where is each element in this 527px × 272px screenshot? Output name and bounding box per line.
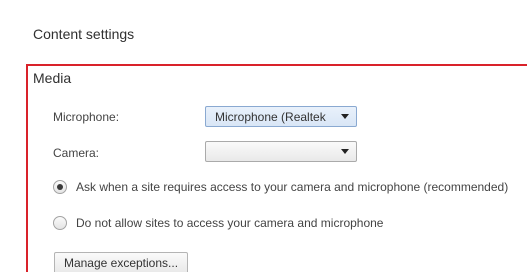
microphone-select-value: Microphone (Realtek	[215, 110, 326, 124]
radio-dot-icon	[57, 184, 63, 190]
chevron-down-icon	[341, 149, 349, 154]
media-section-title: Media	[33, 70, 72, 86]
microphone-select[interactable]: Microphone (Realtek	[205, 106, 357, 127]
content-settings-page: Content settings Media Microphone: Micro…	[0, 0, 527, 272]
media-section-highlight	[26, 64, 527, 272]
camera-label: Camera:	[53, 146, 100, 160]
radio-button-checked[interactable]	[53, 180, 67, 194]
radio-block-access-label: Do not allow sites to access your camera…	[76, 216, 384, 230]
manage-exceptions-button[interactable]: Manage exceptions...	[54, 252, 188, 272]
microphone-label: Microphone:	[53, 110, 120, 124]
camera-select[interactable]	[205, 141, 357, 162]
radio-button-unchecked[interactable]	[53, 216, 67, 230]
chevron-down-icon	[341, 114, 349, 119]
radio-ask-access-label: Ask when a site requires access to your …	[76, 180, 509, 194]
page-title: Content settings	[33, 26, 135, 42]
